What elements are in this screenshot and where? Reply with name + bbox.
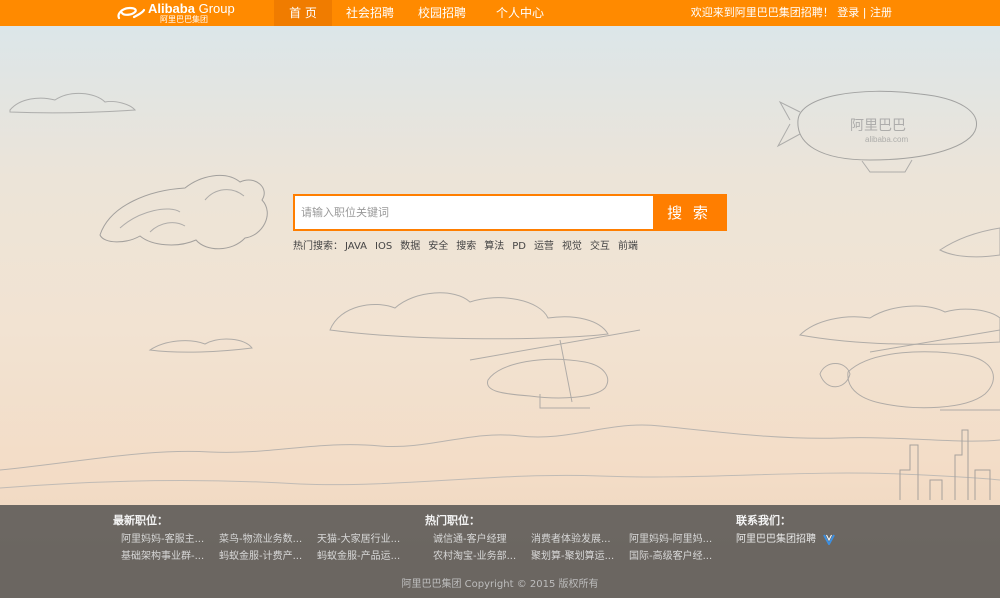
logo-brand: Alibaba (148, 1, 195, 16)
alibaba-logo-icon (117, 6, 146, 20)
latest-job-link[interactable]: 阿里妈妈-客服主... (113, 532, 211, 548)
hot-keyword-security[interactable]: 安全 (428, 240, 448, 254)
hot-keyword-search[interactable]: 搜索 (456, 240, 476, 254)
search-button[interactable]: 搜 索 (653, 196, 725, 229)
svg-text:alibaba.com: alibaba.com (865, 135, 908, 144)
latest-jobs-title: 最新职位： (113, 514, 168, 527)
latest-jobs-section: 最新职位： 阿里妈妈-客服主... 菜鸟-物流业务数... 天猫-大家居行业..… (113, 514, 407, 565)
hot-keyword-algorithm[interactable]: 算法 (484, 240, 504, 254)
logo-wordmark: Alibaba Group (148, 2, 235, 15)
logo-brand-suffix: Group (198, 1, 235, 16)
nav-social-recruitment[interactable]: 社会招聘 (332, 0, 408, 26)
hot-keyword-interaction[interactable]: 交互 (590, 240, 610, 254)
copyright-text: 阿里巴巴集团 Copyright © 2015 版权所有 (401, 579, 599, 590)
hot-job-link[interactable]: 国际-高级客户经... (621, 549, 719, 565)
register-link[interactable]: 注册 (870, 6, 892, 19)
welcome-text: 欢迎来到阿里巴巴集团招聘！ (690, 6, 834, 19)
latest-job-link[interactable]: 蚂蚁金服-产品运... (309, 549, 407, 565)
hot-jobs-title: 热门职位： (425, 514, 480, 527)
latest-job-link[interactable]: 基础架构事业群-... (113, 549, 211, 565)
job-keyword-input[interactable] (295, 196, 653, 229)
contact-section: 联系我们： 阿里巴巴集团招聘 (736, 514, 836, 548)
logo-subtitle: 阿里巴巴集团 (160, 15, 208, 24)
hot-job-link[interactable]: 阿里妈妈-阿里妈... (621, 532, 719, 548)
hot-keyword-frontend[interactable]: 前端 (618, 240, 638, 254)
job-search-box: 搜 索 (293, 194, 727, 231)
login-link[interactable]: 登录 (837, 6, 859, 19)
hot-search-label: 热门搜索： (293, 241, 343, 252)
latest-jobs-list: 阿里妈妈-客服主... 菜鸟-物流业务数... 天猫-大家居行业... 基础架构… (113, 532, 407, 565)
hot-job-link[interactable]: 诚信通-客户经理 (425, 532, 523, 548)
nav-personal-center[interactable]: 个人中心 (476, 0, 564, 26)
hot-keyword-pd[interactable]: PD (512, 240, 526, 254)
hot-jobs-section: 热门职位： 诚信通-客户经理 消费者体验发展... 阿里妈妈-阿里妈... 农村… (425, 514, 719, 565)
hot-keyword-operations[interactable]: 运营 (534, 240, 554, 254)
nav-campus-recruitment[interactable]: 校园招聘 (408, 0, 476, 26)
svg-text:阿里巴巴: 阿里巴巴 (850, 117, 906, 133)
hot-job-link[interactable]: 消费者体验发展... (523, 532, 621, 548)
hot-keyword-visual[interactable]: 视觉 (562, 240, 582, 254)
latest-job-link[interactable]: 蚂蚁金服-计费产... (211, 549, 309, 565)
alibaba-group-logo[interactable]: Alibaba Group 阿里巴巴集团 (116, 2, 246, 24)
verified-v-icon (823, 534, 836, 545)
contact-title: 联系我们： (736, 514, 791, 527)
weibo-account-name: 阿里巴巴集团招聘 (736, 534, 816, 545)
hot-job-link[interactable]: 农村淘宝-业务部... (425, 549, 523, 565)
link-separator: | (862, 6, 867, 19)
hot-job-link[interactable]: 聚划算-聚划算运... (523, 549, 621, 565)
nav-home[interactable]: 首 页 (274, 0, 332, 26)
latest-job-link[interactable]: 菜鸟-物流业务数... (211, 532, 309, 548)
hot-jobs-list: 诚信通-客户经理 消费者体验发展... 阿里妈妈-阿里妈... 农村淘宝-业务部… (425, 532, 719, 565)
weibo-recruitment-link[interactable]: 阿里巴巴集团招聘 (736, 532, 836, 548)
latest-job-link[interactable]: 天猫-大家居行业... (309, 532, 407, 548)
hot-keyword-java[interactable]: JAVA (345, 240, 367, 254)
top-navigation-bar: Alibaba Group 阿里巴巴集团 首 页 社会招聘 校园招聘 个人中心 … (0, 0, 1000, 26)
hot-search-bar: 热门搜索： JAVA IOS 数据 安全 搜索 算法 PD 运营 视觉 交互 前… (293, 240, 638, 254)
hot-keyword-data[interactable]: 数据 (400, 240, 420, 254)
user-links: 欢迎来到阿里巴巴集团招聘！ 登录 | 注册 (691, 0, 892, 26)
hot-keyword-ios[interactable]: IOS (375, 240, 392, 254)
main-nav: 首 页 社会招聘 校园招聘 个人中心 (274, 0, 564, 26)
